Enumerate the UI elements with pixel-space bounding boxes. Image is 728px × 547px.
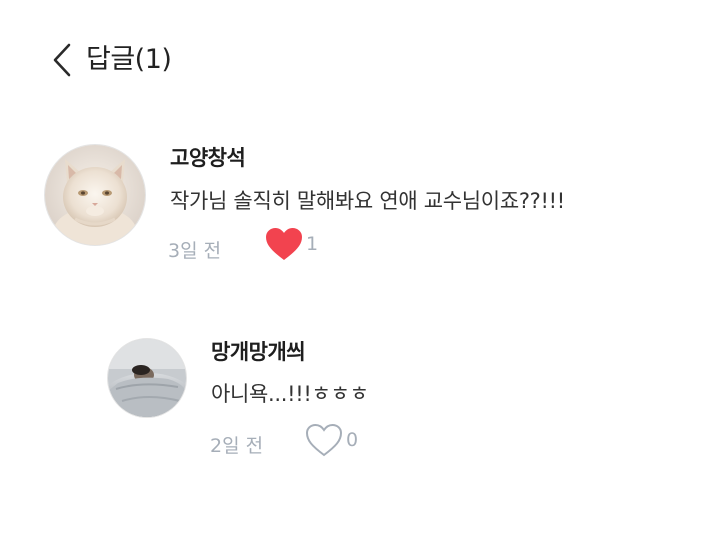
header-bar: 답글(1) bbox=[0, 0, 728, 120]
reply-text: 아니욕...!!!ㅎㅎㅎ bbox=[211, 382, 369, 406]
heart-filled-icon bbox=[266, 228, 302, 260]
avatar[interactable] bbox=[44, 144, 146, 246]
like-button[interactable]: 1 bbox=[264, 226, 318, 262]
like-count: 1 bbox=[306, 233, 319, 255]
comment-timestamp: 3일 전 bbox=[168, 240, 222, 262]
reply-author[interactable]: 망개망개씌 bbox=[211, 336, 306, 366]
back-button[interactable] bbox=[44, 40, 80, 80]
cat-avatar-image bbox=[45, 145, 145, 245]
like-count: 0 bbox=[346, 429, 359, 451]
reply-timestamp: 2일 전 bbox=[210, 435, 264, 457]
chevron-left-icon bbox=[53, 43, 71, 77]
heart-outline-icon bbox=[305, 423, 343, 457]
comment-text: 작가님 솔직히 말해봐요 연애 교수님이죠??!!! bbox=[170, 189, 565, 213]
like-button[interactable]: 0 bbox=[304, 422, 358, 458]
page-title: 답글(1) bbox=[86, 44, 172, 75]
avatar[interactable] bbox=[107, 338, 187, 418]
sleeping-person-avatar-image bbox=[108, 339, 186, 417]
comment-author[interactable]: 고양창석 bbox=[170, 142, 246, 172]
